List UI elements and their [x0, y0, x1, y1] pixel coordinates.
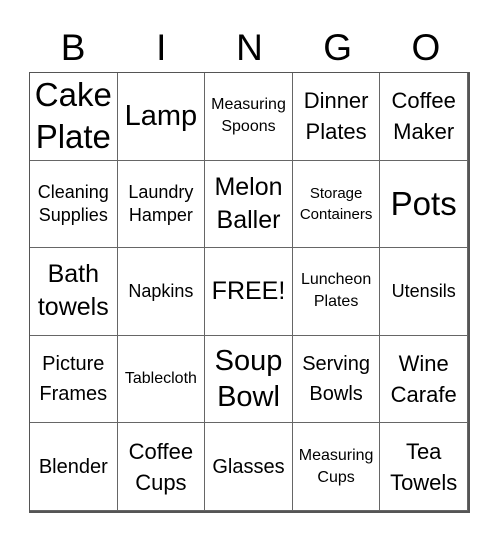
bingo-cell[interactable]: Picture Frames — [30, 335, 118, 424]
bingo-cell[interactable]: Cleaning Supplies — [30, 160, 118, 249]
bingo-cell[interactable]: Measuring Spoons — [205, 73, 293, 161]
bingo-cell[interactable]: Tea Towels — [380, 423, 468, 511]
header-letter-o: O — [411, 27, 441, 68]
bingo-cell[interactable]: Napkins — [117, 248, 206, 336]
bingo-free-space[interactable]: FREE! — [205, 248, 293, 336]
bingo-cell[interactable]: Melon Baller — [205, 160, 293, 249]
cell-label: Utensils — [391, 280, 456, 301]
cell-label: Laundry Hamper — [128, 181, 194, 225]
header-letter-g: G — [323, 27, 353, 68]
header-letter-i: I — [156, 27, 167, 68]
bingo-cell[interactable]: Glasses — [205, 423, 293, 511]
cell-label: Pots — [390, 184, 457, 222]
bingo-cell[interactable]: Blender — [30, 423, 118, 511]
bingo-cell[interactable]: Storage Containers — [292, 160, 381, 249]
bingo-cell[interactable]: Coffee Cups — [117, 423, 206, 511]
cell-label: Napkins — [128, 280, 194, 301]
bingo-cell[interactable]: Wine Carafe — [380, 335, 468, 424]
cell-label: Measuring Cups — [298, 446, 374, 486]
bingo-cell[interactable]: Measuring Cups — [292, 423, 381, 511]
free-space-label: FREE! — [211, 276, 286, 305]
bingo-cell[interactable]: Laundry Hamper — [117, 160, 206, 249]
cell-label: Coffee Cups — [128, 438, 194, 495]
bingo-cell[interactable]: Luncheon Plates — [292, 248, 381, 336]
cell-label: Cake Plate — [34, 76, 112, 156]
cell-label: Dinner Plates — [303, 88, 369, 145]
cell-label: Tablecloth — [124, 370, 197, 388]
bingo-cell[interactable]: Cake Plate — [30, 73, 118, 161]
bingo-cell[interactable]: Lamp — [117, 73, 206, 161]
bingo-header: B I N G O — [29, 28, 470, 68]
cell-label: Lamp — [124, 100, 198, 133]
cell-label: Measuring Spoons — [211, 96, 286, 136]
bingo-cell[interactable]: Tablecloth — [117, 335, 206, 424]
cell-label: Coffee Maker — [391, 88, 456, 145]
bingo-cell[interactable]: Coffee Maker — [380, 73, 468, 161]
cell-label: Glasses — [212, 455, 285, 478]
cell-label: Luncheon Plates — [300, 271, 372, 311]
header-letter-n: N — [236, 27, 263, 68]
bingo-cell[interactable]: Soup Bowl — [205, 335, 293, 424]
cell-label: Cleaning Supplies — [37, 181, 109, 225]
bingo-cell[interactable]: Dinner Plates — [292, 73, 381, 161]
cell-label: Tea Towels — [390, 438, 458, 495]
cell-label: Wine Carafe — [390, 351, 457, 408]
bingo-cell[interactable]: Bath towels — [30, 248, 118, 336]
cell-label: Melon Baller — [214, 172, 283, 234]
bingo-cell[interactable]: Utensils — [380, 248, 468, 336]
cell-label: Serving Bowls — [302, 353, 370, 406]
cell-label: Storage Containers — [299, 184, 373, 223]
cell-label: Bath towels — [37, 260, 109, 322]
cell-label: Blender — [38, 455, 108, 478]
bingo-card-grid: Cake Plate Lamp Measuring Spoons Dinner … — [29, 72, 470, 513]
header-letter-b: B — [60, 27, 86, 68]
cell-label: Soup Bowl — [214, 345, 283, 414]
cell-label: Picture Frames — [39, 353, 108, 406]
bingo-cell[interactable]: Serving Bowls — [292, 335, 381, 424]
bingo-cell[interactable]: Pots — [380, 160, 468, 249]
